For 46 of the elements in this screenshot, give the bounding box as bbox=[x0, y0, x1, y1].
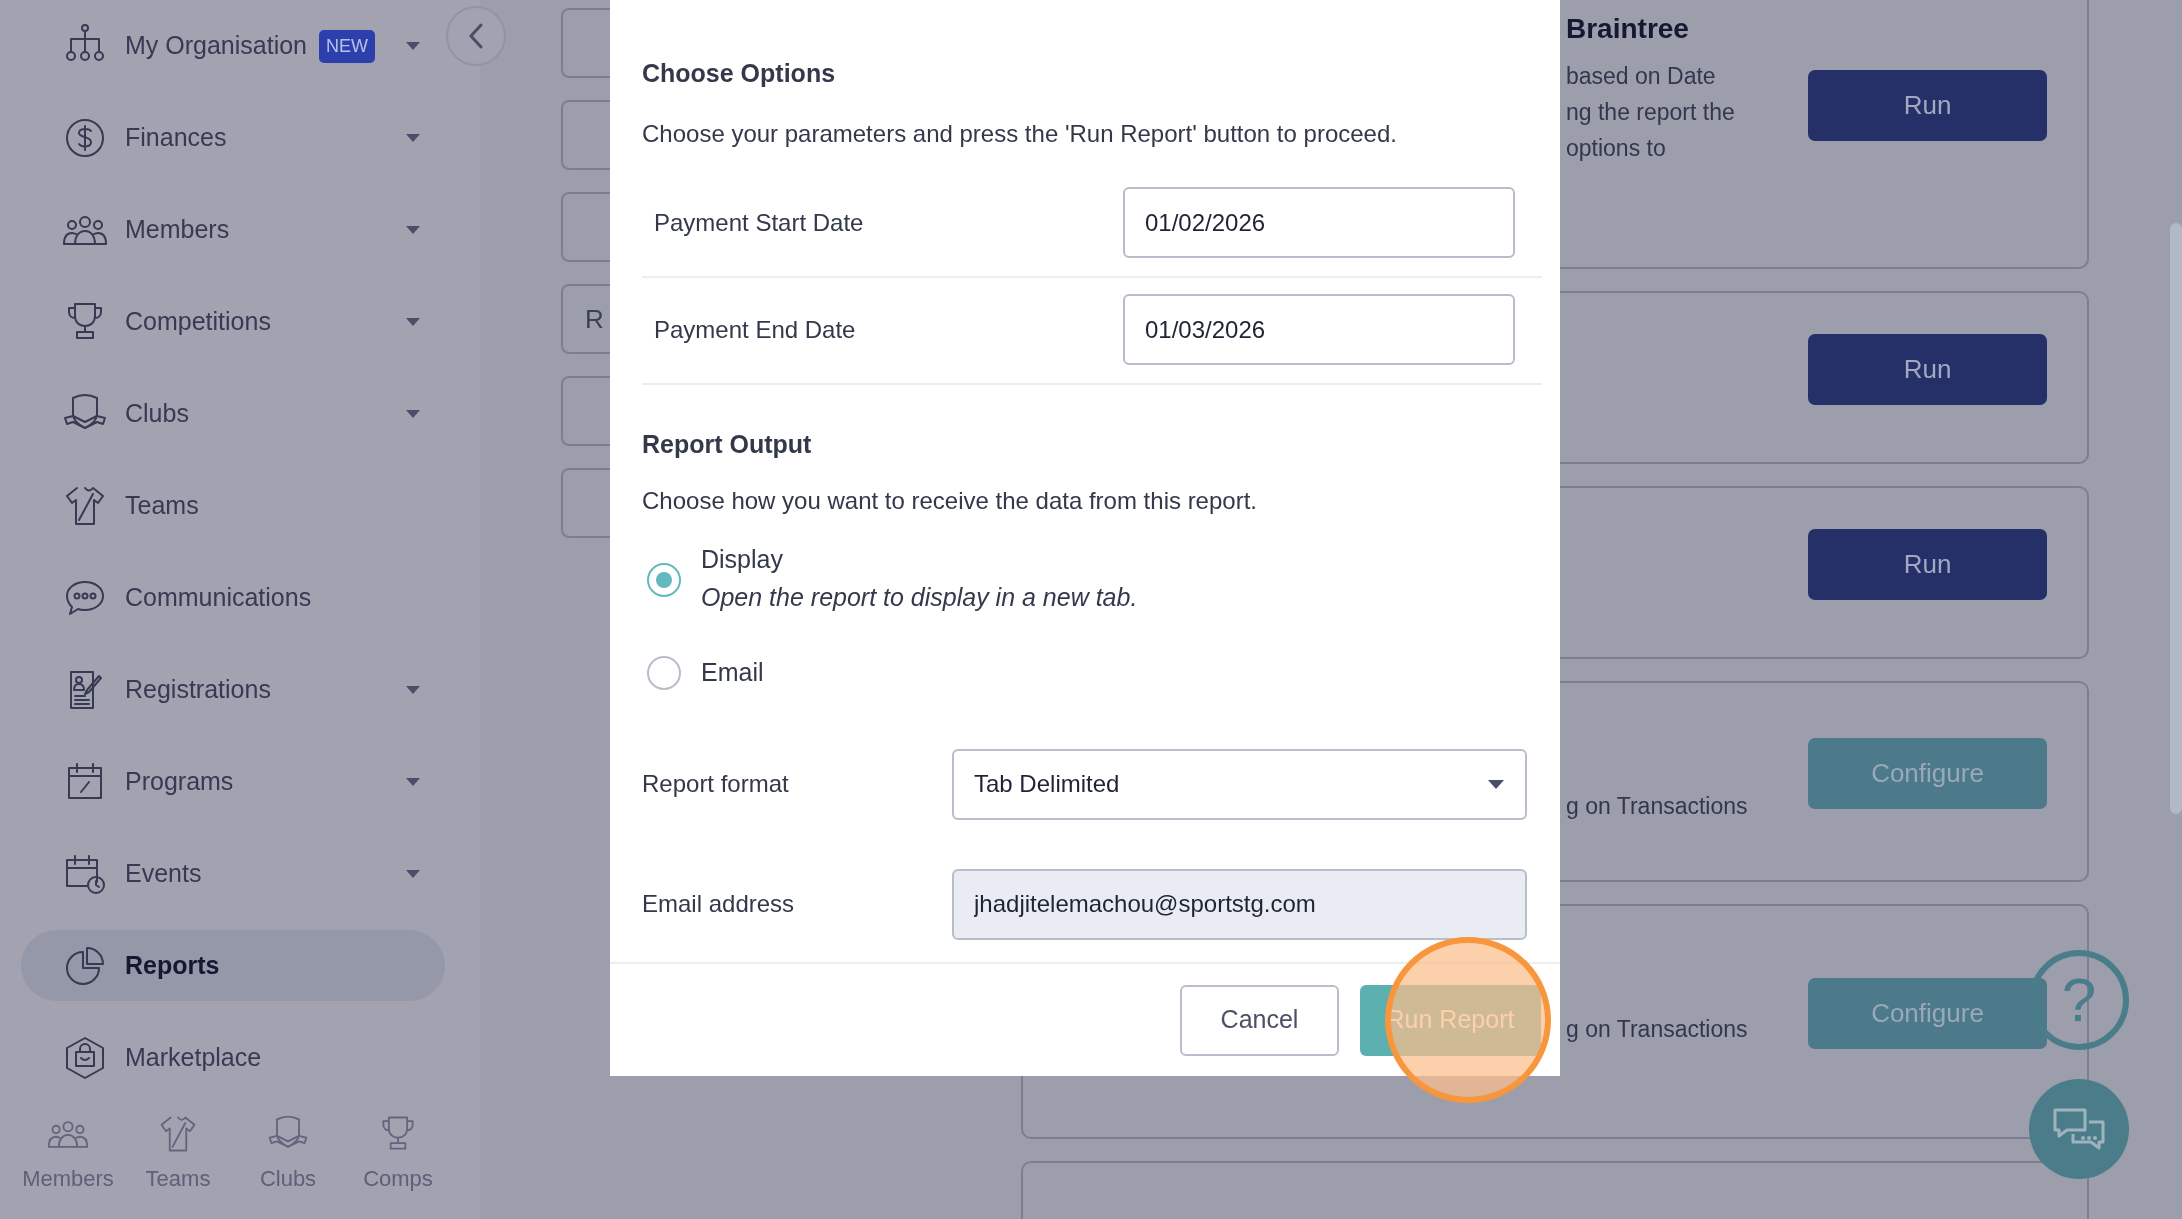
description-text: based on Date bbox=[1566, 62, 1717, 91]
bottom-nav-item[interactable]: Clubs bbox=[233, 1112, 343, 1195]
sidebar-item[interactable]: Clubs bbox=[21, 368, 445, 460]
section-heading: Choose Options bbox=[642, 58, 837, 88]
radio-button[interactable] bbox=[647, 655, 681, 690]
scrollbar-thumb[interactable] bbox=[2170, 223, 2182, 814]
radio-button[interactable] bbox=[647, 563, 681, 597]
date-field[interactable]: 01/02/2026 bbox=[1123, 187, 1515, 258]
field-label: Payment End Date bbox=[654, 314, 857, 345]
sidebar-item[interactable]: Registrations bbox=[21, 644, 445, 736]
sidebar-item[interactable]: Communications bbox=[21, 552, 445, 644]
description-text: g on Transactions bbox=[1566, 1015, 1749, 1044]
sidebar-item[interactable]: Reports bbox=[21, 930, 445, 1001]
sidebar-item[interactable]: Competitions bbox=[21, 276, 445, 368]
bottom-nav-item[interactable]: Teams bbox=[123, 1112, 233, 1195]
instructions-text: Choose how you want to receive the data from this report. bbox=[642, 486, 1258, 516]
field-label: Payment Start Date bbox=[654, 207, 865, 238]
field-label: Email address bbox=[642, 889, 796, 919]
sidebar-item[interactable]: Members bbox=[21, 184, 445, 276]
sidebar-item[interactable]: Marketplace bbox=[21, 1012, 445, 1104]
date-field[interactable]: 01/03/2026 bbox=[1123, 294, 1515, 365]
cancel-button[interactable]: Cancel bbox=[1180, 984, 1339, 1056]
description-text: options to bbox=[1566, 134, 1667, 163]
sidebar-item[interactable]: Programs bbox=[21, 736, 445, 828]
sidebar-item[interactable]: Finances bbox=[21, 92, 445, 184]
instructions-text: Choose your parameters and press the 'Run Report' button to proceed. bbox=[642, 119, 1398, 149]
option-label: Email bbox=[701, 657, 764, 688]
run-button[interactable]: Run bbox=[1808, 334, 2047, 405]
email-field[interactable]: jhadjitelemachou@sportstg.com bbox=[952, 868, 1527, 940]
description-text: g on Transactions bbox=[1566, 792, 1749, 821]
field-label: Report format bbox=[642, 769, 790, 799]
sidebar-item[interactable]: My Organisation NEW bbox=[21, 0, 445, 92]
description-text: ng the report the bbox=[1566, 98, 1736, 127]
caret-icon bbox=[1487, 778, 1505, 790]
sidebar-item[interactable]: Events bbox=[21, 828, 445, 920]
new-badge: NEW bbox=[319, 29, 376, 63]
section-heading: Report Output bbox=[642, 429, 813, 459]
option-label: Display bbox=[701, 544, 784, 575]
card-title: Braintree bbox=[1566, 12, 1690, 46]
bottom-nav-item[interactable]: Members bbox=[13, 1112, 123, 1195]
bottom-nav-item[interactable]: Comps bbox=[343, 1112, 453, 1195]
sidebar-item[interactable]: Teams bbox=[21, 460, 445, 552]
run-button[interactable]: Run bbox=[1808, 529, 2047, 600]
format-select[interactable]: Tab Delimited bbox=[952, 748, 1527, 820]
option-description: Open the report to display in a new tab. bbox=[701, 581, 1138, 613]
run-button[interactable]: Run bbox=[1808, 70, 2047, 141]
